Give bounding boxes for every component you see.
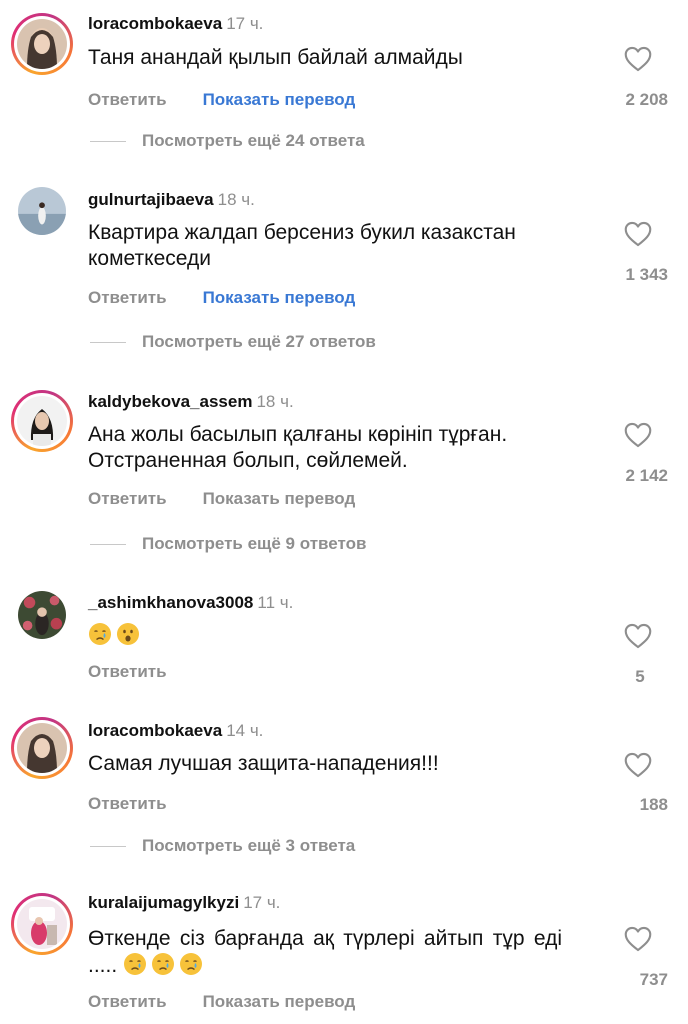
crying-face-icon: [88, 622, 112, 646]
show-translation-button[interactable]: Показать перевод: [203, 288, 356, 307]
avatar[interactable]: [11, 390, 73, 452]
username[interactable]: loracombokaeva: [88, 721, 222, 740]
divider: [90, 141, 126, 143]
avatar[interactable]: [11, 893, 73, 955]
timestamp: 14 ч.: [226, 721, 264, 740]
divider: [90, 846, 126, 848]
heart-icon[interactable]: [624, 422, 652, 448]
like-count: 737: [639, 970, 668, 989]
crying-face-icon: [179, 952, 203, 976]
timestamp: 17 ч.: [243, 893, 281, 912]
crying-face-icon: [151, 952, 175, 976]
heart-icon[interactable]: [624, 221, 652, 247]
reply-button[interactable]: Ответить: [88, 489, 167, 508]
reply-button[interactable]: Ответить: [88, 90, 167, 109]
reply-button[interactable]: Ответить: [88, 992, 167, 1011]
avatar[interactable]: [11, 717, 73, 779]
comment-text: Квартира жалдап берсениз букил казакстан…: [88, 221, 516, 270]
view-replies-label: Посмотреть ещё 9 ответов: [142, 534, 367, 553]
comment-text: Самая лучшая защита-нападения!!!: [88, 752, 439, 775]
view-replies-button[interactable]: Посмотреть ещё 3 ответа: [90, 836, 355, 856]
heart-icon[interactable]: [624, 926, 652, 952]
like-count: 2 208: [625, 90, 668, 109]
like-count: 1 343: [625, 265, 668, 284]
view-replies-button[interactable]: Посмотреть ещё 24 ответа: [90, 131, 365, 151]
timestamp: 18 ч.: [217, 190, 255, 209]
reply-button[interactable]: Ответить: [88, 794, 167, 813]
view-replies-label: Посмотреть ещё 24 ответа: [142, 131, 365, 150]
like-count: 188: [639, 795, 668, 814]
heart-icon[interactable]: [624, 752, 652, 778]
username[interactable]: loracombokaeva: [88, 14, 222, 33]
comment-text: Таня анандай қылып байлай алмайды: [88, 46, 463, 69]
reply-button[interactable]: Ответить: [88, 288, 167, 307]
timestamp: 18 ч.: [256, 392, 294, 411]
comment-text: [88, 622, 598, 649]
divider: [90, 544, 126, 546]
show-translation-button[interactable]: Показать перевод: [203, 992, 356, 1011]
crying-face-icon: [123, 952, 147, 976]
show-translation-button[interactable]: Показать перевод: [203, 90, 356, 109]
username[interactable]: gulnurtajibaeva: [88, 190, 214, 209]
avatar[interactable]: [11, 13, 73, 75]
view-replies-label: Посмотреть ещё 27 ответов: [142, 332, 376, 351]
show-translation-button[interactable]: Показать перевод: [203, 489, 356, 508]
username[interactable]: _ashimkhanova3008: [88, 593, 253, 612]
avatar[interactable]: [11, 584, 73, 646]
view-replies-button[interactable]: Посмотреть ещё 27 ответов: [90, 332, 376, 352]
heart-icon[interactable]: [624, 623, 652, 649]
comment-text: Ана жолы басылып қалғаны көрініп тұрған.…: [88, 423, 508, 472]
username[interactable]: kuralaijumagylkyzi: [88, 893, 239, 912]
heart-icon[interactable]: [624, 46, 652, 72]
like-count: 2 142: [625, 466, 668, 485]
divider: [90, 342, 126, 344]
reply-button[interactable]: Ответить: [88, 662, 167, 681]
view-replies-button[interactable]: Посмотреть ещё 9 ответов: [90, 534, 366, 554]
comment-text: Өткенде сіз барғанда ақ түрлері айтып тұ…: [88, 927, 562, 977]
like-count: 5: [635, 667, 645, 686]
username[interactable]: kaldybekova_assem: [88, 392, 252, 411]
surprised-face-icon: [116, 622, 140, 646]
view-replies-label: Посмотреть ещё 3 ответа: [142, 836, 356, 855]
timestamp: 17 ч.: [226, 14, 264, 33]
avatar[interactable]: [11, 180, 73, 242]
timestamp: 11 ч.: [257, 593, 294, 612]
